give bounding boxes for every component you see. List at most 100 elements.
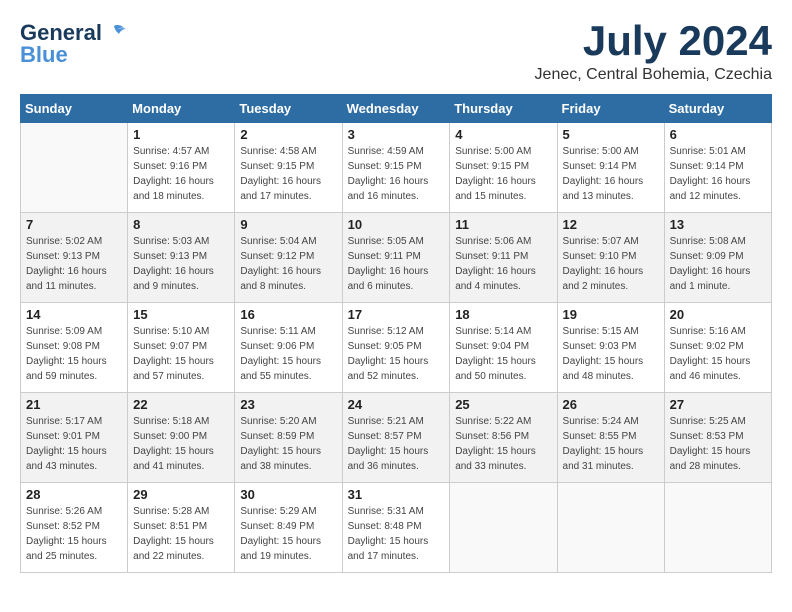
calendar-cell: 16 Sunrise: 5:11 AMSunset: 9:06 PMDayligh…: [235, 303, 342, 393]
day-number: 25: [455, 397, 551, 412]
day-number: 19: [563, 307, 659, 322]
calendar-cell: 6 Sunrise: 5:01 AMSunset: 9:14 PMDaylight…: [664, 123, 771, 213]
day-info: Sunrise: 5:01 AMSunset: 9:14 PMDaylight:…: [670, 144, 766, 204]
day-number: 22: [133, 397, 229, 412]
day-number: 24: [348, 397, 445, 412]
day-number: 16: [240, 307, 336, 322]
day-number: 14: [26, 307, 122, 322]
day-number: 10: [348, 217, 445, 232]
day-info: Sunrise: 4:57 AMSunset: 9:16 PMDaylight:…: [133, 144, 229, 204]
day-info: Sunrise: 5:10 AMSunset: 9:07 PMDaylight:…: [133, 324, 229, 384]
weekday-header-wednesday: Wednesday: [342, 95, 450, 123]
day-info: Sunrise: 5:07 AMSunset: 9:10 PMDaylight:…: [563, 234, 659, 294]
calendar-week-row: 21Sunrise: 5:17 AMSunset: 9:01 PMDayligh…: [21, 393, 772, 483]
calendar-cell: 8Sunrise: 5:03 AMSunset: 9:13 PMDaylight…: [128, 213, 235, 303]
day-info: Sunrise: 5:15 AMSunset: 9:03 PMDaylight:…: [563, 324, 659, 384]
day-info: Sunrise: 5:08 AMSunset: 9:09 PMDaylight:…: [670, 234, 766, 294]
day-info: Sunrise: 4:59 AMSunset: 9:15 PMDaylight:…: [348, 144, 445, 204]
day-info: Sunrise: 5:00 AMSunset: 9:14 PMDaylight:…: [563, 144, 659, 204]
calendar-week-row: 28Sunrise: 5:26 AMSunset: 8:52 PMDayligh…: [21, 483, 772, 573]
day-number: 2: [240, 127, 336, 142]
day-info: Sunrise: 5:04 AMSunset: 9:12 PMDaylight:…: [240, 234, 336, 294]
day-number: 1: [133, 127, 229, 142]
calendar-cell: 13 Sunrise: 5:08 AMSunset: 9:09 PMDayligh…: [664, 213, 771, 303]
day-number: 15: [133, 307, 229, 322]
location: Jenec, Central Bohemia, Czechia: [535, 66, 772, 84]
day-info: Sunrise: 5:29 AMSunset: 8:49 PMDaylight:…: [240, 504, 336, 564]
weekday-header-saturday: Saturday: [664, 95, 771, 123]
day-info: Sunrise: 5:22 AMSunset: 8:56 PMDaylight:…: [455, 414, 551, 474]
calendar-cell: 17 Sunrise: 5:12 AMSunset: 9:05 PMDayligh…: [342, 303, 450, 393]
calendar-cell: 18 Sunrise: 5:14 AMSunset: 9:04 PMDayligh…: [450, 303, 557, 393]
day-info: Sunrise: 5:09 AMSunset: 9:08 PMDaylight:…: [26, 324, 122, 384]
calendar-cell: 26 Sunrise: 5:24 AMSunset: 8:55 PMDayligh…: [557, 393, 664, 483]
calendar-cell: 21Sunrise: 5:17 AMSunset: 9:01 PMDayligh…: [21, 393, 128, 483]
calendar-cell: [450, 483, 557, 573]
logo-text-blue: Blue: [20, 42, 68, 68]
calendar-cell: 19 Sunrise: 5:15 AMSunset: 9:03 PMDayligh…: [557, 303, 664, 393]
calendar-cell: 3 Sunrise: 4:59 AMSunset: 9:15 PMDaylight…: [342, 123, 450, 213]
day-number: 13: [670, 217, 766, 232]
day-number: 26: [563, 397, 659, 412]
weekday-header-sunday: Sunday: [21, 95, 128, 123]
calendar-cell: 31Sunrise: 5:31 AMSunset: 8:48 PMDayligh…: [342, 483, 450, 573]
day-number: 3: [348, 127, 445, 142]
calendar-week-row: 1 Sunrise: 4:57 AMSunset: 9:16 PMDaylight…: [21, 123, 772, 213]
calendar-cell: 2Sunrise: 4:58 AMSunset: 9:15 PMDaylight…: [235, 123, 342, 213]
day-info: Sunrise: 5:21 AMSunset: 8:57 PMDaylight:…: [348, 414, 445, 474]
day-number: 11: [455, 217, 551, 232]
month-title: July 2024: [535, 20, 772, 62]
title-area: July 2024 Jenec, Central Bohemia, Czechi…: [535, 20, 772, 84]
day-number: 27: [670, 397, 766, 412]
calendar-cell: 11Sunrise: 5:06 AMSunset: 9:11 PMDayligh…: [450, 213, 557, 303]
calendar-cell: 9Sunrise: 5:04 AMSunset: 9:12 PMDaylight…: [235, 213, 342, 303]
logo: General Blue: [20, 20, 126, 68]
day-info: Sunrise: 5:05 AMSunset: 9:11 PMDaylight:…: [348, 234, 445, 294]
day-number: 31: [348, 487, 445, 502]
calendar-week-row: 14 Sunrise: 5:09 AMSunset: 9:08 PMDayligh…: [21, 303, 772, 393]
calendar-cell: 27 Sunrise: 5:25 AMSunset: 8:53 PMDayligh…: [664, 393, 771, 483]
day-number: 17: [348, 307, 445, 322]
day-number: 7: [26, 217, 122, 232]
day-info: Sunrise: 5:20 AMSunset: 8:59 PMDaylight:…: [240, 414, 336, 474]
calendar-cell: 14 Sunrise: 5:09 AMSunset: 9:08 PMDayligh…: [21, 303, 128, 393]
calendar-cell: [664, 483, 771, 573]
calendar-cell: 5 Sunrise: 5:00 AMSunset: 9:14 PMDaylight…: [557, 123, 664, 213]
weekday-header-tuesday: Tuesday: [235, 95, 342, 123]
day-number: 6: [670, 127, 766, 142]
day-info: Sunrise: 5:00 AMSunset: 9:15 PMDaylight:…: [455, 144, 551, 204]
day-info: Sunrise: 5:03 AMSunset: 9:13 PMDaylight:…: [133, 234, 229, 294]
day-info: Sunrise: 5:16 AMSunset: 9:02 PMDaylight:…: [670, 324, 766, 384]
day-info: Sunrise: 5:24 AMSunset: 8:55 PMDaylight:…: [563, 414, 659, 474]
calendar-cell: 30Sunrise: 5:29 AMSunset: 8:49 PMDayligh…: [235, 483, 342, 573]
day-number: 28: [26, 487, 122, 502]
day-number: 20: [670, 307, 766, 322]
calendar-cell: 20 Sunrise: 5:16 AMSunset: 9:02 PMDayligh…: [664, 303, 771, 393]
calendar-week-row: 7 Sunrise: 5:02 AMSunset: 9:13 PMDaylight…: [21, 213, 772, 303]
day-info: Sunrise: 5:12 AMSunset: 9:05 PMDaylight:…: [348, 324, 445, 384]
weekday-header-thursday: Thursday: [450, 95, 557, 123]
day-number: 18: [455, 307, 551, 322]
day-info: Sunrise: 5:25 AMSunset: 8:53 PMDaylight:…: [670, 414, 766, 474]
day-number: 23: [240, 397, 336, 412]
weekday-header-monday: Monday: [128, 95, 235, 123]
day-info: Sunrise: 5:14 AMSunset: 9:04 PMDaylight:…: [455, 324, 551, 384]
calendar-cell: 12Sunrise: 5:07 AMSunset: 9:10 PMDayligh…: [557, 213, 664, 303]
day-info: Sunrise: 5:11 AMSunset: 9:06 PMDaylight:…: [240, 324, 336, 384]
day-info: Sunrise: 5:17 AMSunset: 9:01 PMDaylight:…: [26, 414, 122, 474]
day-number: 5: [563, 127, 659, 142]
day-number: 29: [133, 487, 229, 502]
calendar-cell: 29Sunrise: 5:28 AMSunset: 8:51 PMDayligh…: [128, 483, 235, 573]
calendar-cell: 15 Sunrise: 5:10 AMSunset: 9:07 PMDayligh…: [128, 303, 235, 393]
day-info: Sunrise: 5:18 AMSunset: 9:00 PMDaylight:…: [133, 414, 229, 474]
calendar-cell: 24 Sunrise: 5:21 AMSunset: 8:57 PMDayligh…: [342, 393, 450, 483]
page-header: General Blue July 2024 Jenec, Central Bo…: [20, 20, 772, 84]
calendar-cell: 28Sunrise: 5:26 AMSunset: 8:52 PMDayligh…: [21, 483, 128, 573]
logo-bird-icon: [104, 24, 126, 42]
calendar-cell: 23 Sunrise: 5:20 AMSunset: 8:59 PMDayligh…: [235, 393, 342, 483]
calendar-cell: [21, 123, 128, 213]
day-number: 4: [455, 127, 551, 142]
calendar-cell: 1 Sunrise: 4:57 AMSunset: 9:16 PMDaylight…: [128, 123, 235, 213]
calendar-cell: 25 Sunrise: 5:22 AMSunset: 8:56 PMDayligh…: [450, 393, 557, 483]
day-info: Sunrise: 5:02 AMSunset: 9:13 PMDaylight:…: [26, 234, 122, 294]
